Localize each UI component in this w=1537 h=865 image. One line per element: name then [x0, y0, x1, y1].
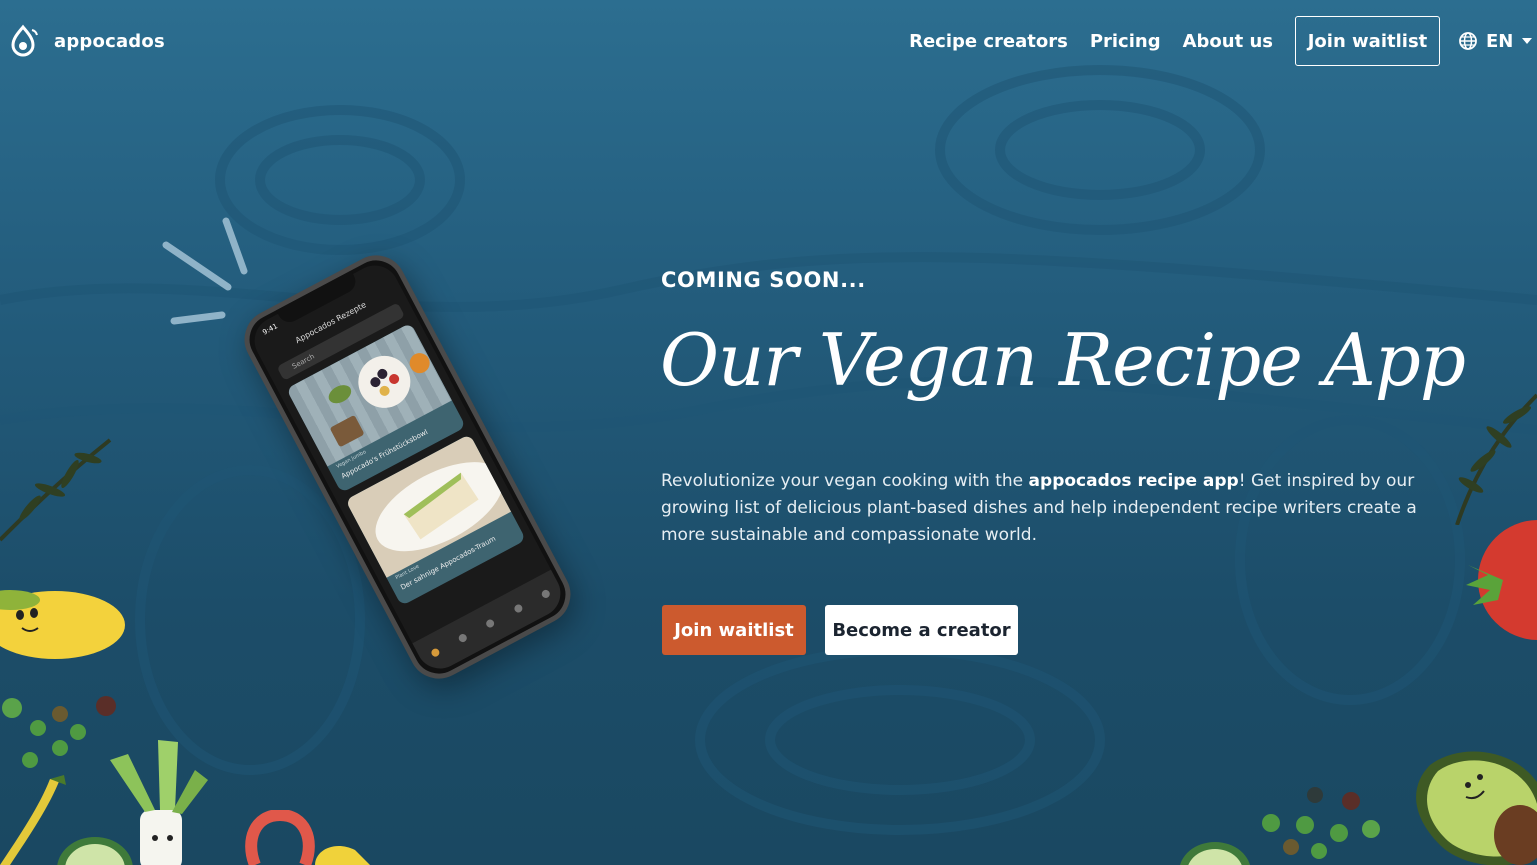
language-label: EN [1486, 30, 1514, 52]
nav-link-recipe-creators[interactable]: Recipe creators [909, 31, 1068, 52]
corn-character-icon [0, 590, 125, 659]
description-app-name: appocados recipe app [1028, 471, 1239, 491]
main-nav: Recipe creators Pricing About us Join wa… [909, 16, 1537, 66]
avocado-logo-icon [11, 24, 38, 57]
tab-settings-icon [540, 588, 552, 600]
chili-pepper-icon [0, 775, 66, 865]
sparkle-lines-icon [162, 217, 248, 325]
cucumber-slice-right-icon [1180, 842, 1250, 865]
chevron-down-icon [1522, 38, 1533, 44]
peas-right-icon [1262, 787, 1380, 859]
phone-status-time: 9:41 [261, 322, 279, 337]
brand-name: appocados [54, 30, 165, 52]
nav-link-about-us[interactable]: About us [1183, 31, 1273, 52]
rosemary-left-icon [0, 438, 112, 542]
tomato-icon [1466, 520, 1537, 640]
cucumber-slice-icon [57, 837, 133, 865]
globe-icon [1459, 32, 1477, 50]
hero-headline: Our Vegan Recipe App [660, 318, 1466, 402]
coming-soon-label: COMING SOON... [661, 268, 866, 292]
avocado-character-icon [1416, 751, 1537, 865]
nav-join-waitlist-button[interactable]: Join waitlist [1295, 16, 1440, 66]
description-part-1: Revolutionize your vegan cooking with th… [661, 471, 1029, 491]
language-selector[interactable]: EN [1458, 31, 1537, 52]
nav-link-pricing[interactable]: Pricing [1090, 31, 1161, 52]
tab-recipes-icon [429, 647, 441, 659]
hero-description: Revolutionize your vegan cooking with th… [661, 468, 1421, 549]
tab-favorites-icon [485, 617, 496, 629]
tab-authors-icon [457, 632, 469, 644]
tab-discover-icon [512, 603, 524, 614]
become-creator-button[interactable]: Become a creator [825, 605, 1018, 655]
phone-frame: 9:41 Appocados Rezepte Search Vegan Jumb… [234, 244, 581, 690]
hero-cta-group: Join waitlist Become a creator [662, 605, 1018, 655]
phone-mockup: 9:41 Appocados Rezepte Search Vegan Jumb… [234, 244, 581, 690]
wood-grain-background [0, 65, 1537, 835]
bell-pepper-ring-icon [245, 810, 370, 865]
brand-logo[interactable]: appocados [6, 24, 165, 58]
leek-character-icon [110, 740, 208, 865]
join-waitlist-button[interactable]: Join waitlist [662, 605, 806, 655]
peas-left-icon [2, 696, 116, 768]
